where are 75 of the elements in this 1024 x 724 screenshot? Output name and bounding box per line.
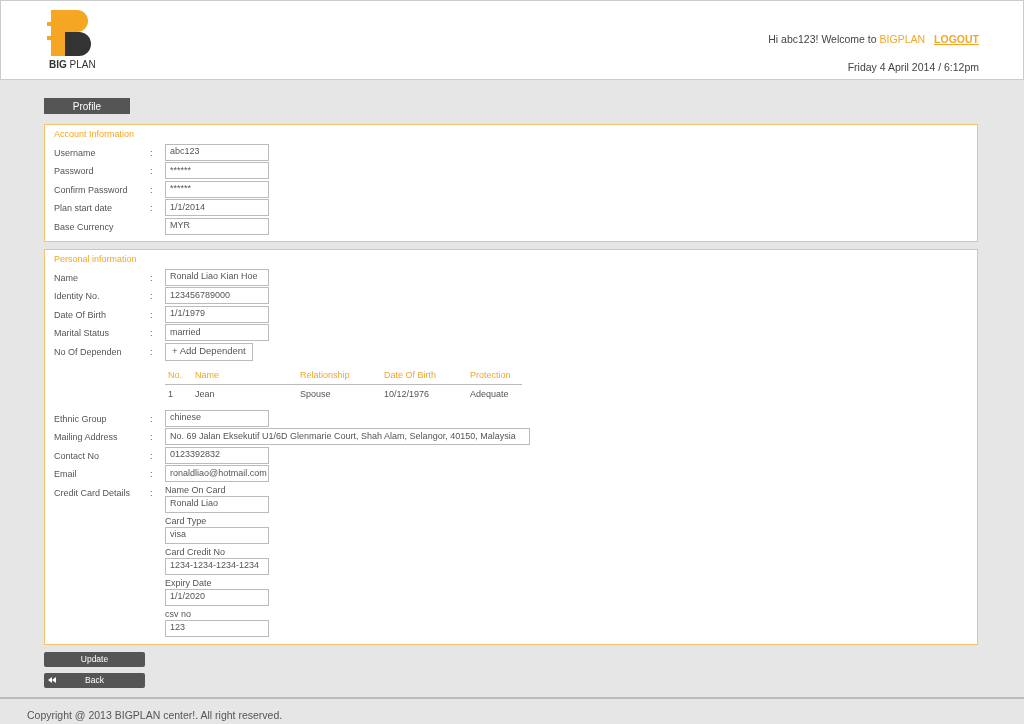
colon: : — [150, 432, 153, 442]
rewind-icon — [48, 676, 56, 683]
field-label: Base Currency — [54, 220, 115, 234]
table-cell: Spouse — [297, 384, 381, 404]
field-label: Identity No. — [54, 290, 101, 303]
field-label: Ethnic Group — [54, 412, 108, 426]
profile-tab[interactable]: Profile — [44, 98, 130, 114]
input-field[interactable]: 123456789000 — [165, 287, 269, 304]
add-dependent-button[interactable]: + Add Dependent — [165, 342, 253, 361]
field-label: Marital Status — [54, 327, 111, 340]
input-field[interactable]: 1234-1234-1234-1234 — [165, 557, 269, 575]
input-field[interactable]: visa — [165, 526, 269, 544]
logo-text: BIG PLAN — [49, 58, 96, 72]
colon: : — [150, 469, 153, 479]
input-field[interactable]: ronaldliao@hotmail.com — [165, 465, 269, 482]
input-field[interactable]: ****** — [165, 162, 269, 179]
field-label: Email — [54, 468, 78, 481]
field-label: Contact No — [54, 449, 101, 463]
field-label: Mailing Address — [54, 431, 119, 444]
table-cell: Adequate — [467, 384, 522, 404]
column-header: Date Of Birth — [381, 366, 467, 385]
column-header: Protection — [467, 366, 522, 385]
colon: : — [150, 184, 153, 195]
field-label: Card Type — [165, 514, 208, 527]
date-time: Friday 4 April 2014 / 6:12pm — [847, 59, 979, 75]
field-label: Plan start date — [54, 202, 114, 215]
colon: : — [150, 166, 153, 176]
colon: : — [150, 328, 153, 338]
input-field[interactable]: Ronald Liao Kian Hoe — [165, 268, 269, 286]
input-field[interactable]: Ronald Liao — [165, 495, 269, 513]
field-label: Confirm Password — [54, 183, 129, 197]
column-header: Relationship — [297, 366, 381, 385]
field-label: Card Credit No — [165, 545, 227, 558]
brand-name: BIGPLAN — [879, 33, 926, 45]
colon: : — [150, 413, 153, 424]
colon: : — [150, 346, 153, 357]
column-header: No. — [165, 366, 192, 385]
copyright-text: Copyright @ 2013 BIGPLAN center!. All right reserved. — [0, 696, 1024, 724]
input-field[interactable]: 1/1/1979 — [165, 305, 269, 323]
input-field[interactable]: married — [165, 324, 269, 341]
logo-icon — [45, 10, 93, 56]
field-label: Date Of Birth — [54, 308, 108, 322]
input-field[interactable]: 123 — [165, 619, 269, 637]
colon: : — [150, 450, 153, 461]
input-field[interactable]: 1/1/2014 — [165, 199, 269, 216]
table-cell: Jean — [192, 384, 297, 404]
field-label: Name On Card — [165, 483, 227, 496]
colon: : — [150, 309, 153, 320]
field-label: csv no — [165, 607, 192, 620]
section-title: Account Information — [54, 128, 136, 141]
colon: : — [150, 272, 153, 283]
greeting-text: Hi abc123! Welcome to BIGPLAN — [768, 33, 926, 45]
field-label: Name — [54, 271, 79, 285]
field-label: Username — [54, 146, 97, 160]
input-field[interactable]: abc123 — [165, 143, 269, 161]
colon: : — [150, 147, 153, 158]
colon: : — [150, 203, 153, 213]
table-cell: 10/12/1976 — [381, 384, 467, 404]
input-field[interactable]: MYR — [165, 217, 269, 235]
update-button[interactable]: Update — [44, 651, 145, 667]
input-field[interactable]: 0123392832 — [165, 446, 269, 464]
field-label: No Of Dependen — [54, 345, 123, 359]
input-field[interactable]: 1/1/2020 — [165, 588, 269, 606]
input-field[interactable]: No. 69 Jalan Eksekutif U1/6D Glenmarie Court, Shah Alam, Selangor, 40150, Malaysia — [165, 428, 530, 445]
colon: : — [150, 291, 153, 301]
table-cell: 1 — [165, 384, 192, 404]
field-label: Expiry Date — [165, 576, 213, 589]
back-button[interactable]: Back — [44, 672, 145, 688]
field-label: Password — [54, 165, 95, 178]
colon: : — [150, 487, 153, 498]
section-title: Personal information — [54, 253, 138, 266]
input-field[interactable]: chinese — [165, 409, 269, 427]
column-header: Name — [192, 366, 297, 385]
field-label: Credit Card Details — [54, 486, 132, 500]
input-field[interactable]: ****** — [165, 180, 269, 198]
